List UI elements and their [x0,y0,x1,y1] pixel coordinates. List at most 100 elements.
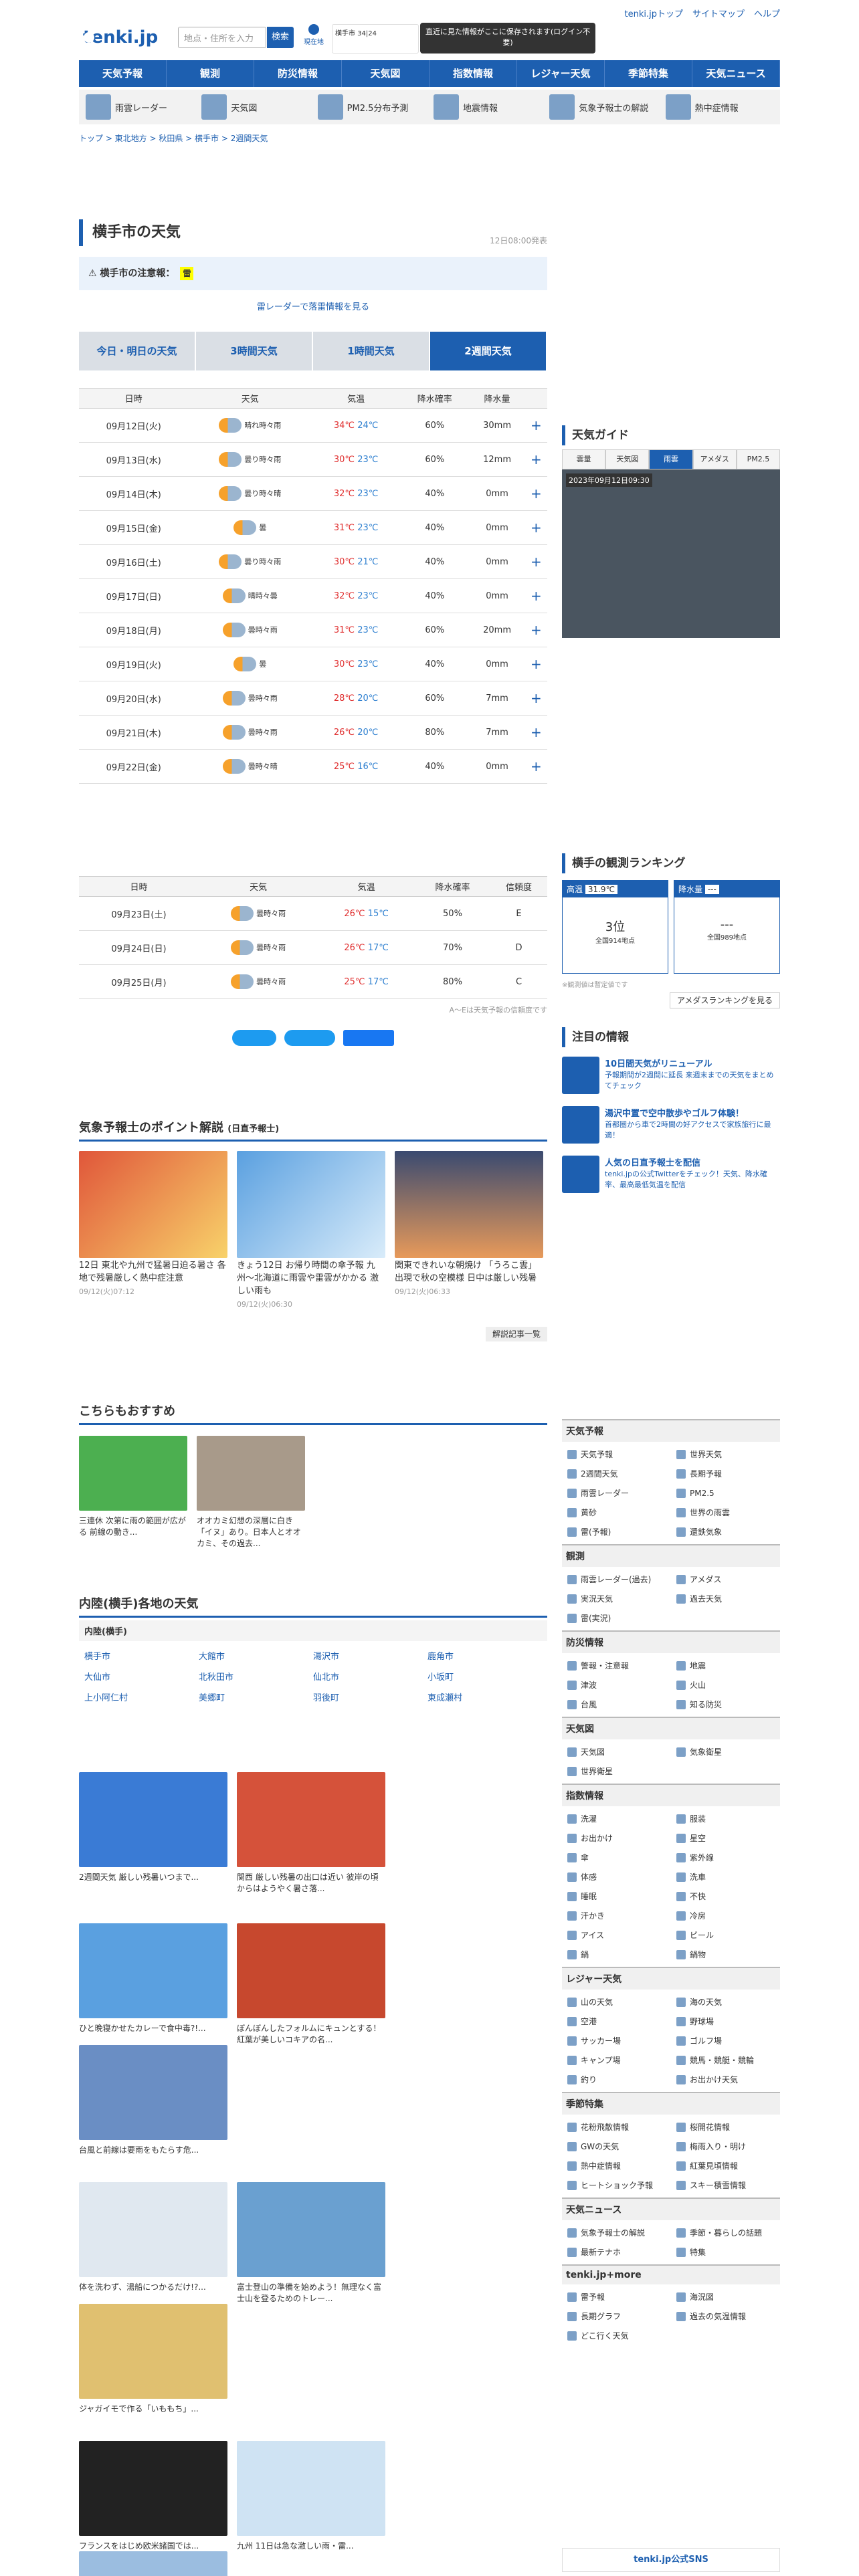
subnav-item[interactable]: 熱中症情報 [662,94,777,120]
recent-weather-widget[interactable]: 横手市 34|24 [332,24,419,53]
menu-link[interactable]: 火山 [671,1675,780,1695]
forecast-row[interactable]: 09月22日(金) 曇時々晴 25℃ 16℃ 40% 0mm + [79,749,547,784]
subnav-item[interactable]: 雨雲レーダー [82,94,197,120]
forecast-row[interactable]: 09月14日(木) 曇り時々晴 32℃ 23℃ 40% 0mm + [79,476,547,511]
menu-link[interactable]: 津波 [562,1675,671,1695]
news-item[interactable]: ぼんぼんしたフォルムにキュンとする！紅葉が美しいコキアの名... [237,1923,385,2045]
city-link[interactable]: 小坂町 [427,1666,542,1687]
menu-link[interactable]: 雨雲レーダー [562,1483,671,1503]
city-link[interactable]: 北秋田市 [199,1666,313,1687]
menu-link[interactable]: どこ行く天気 [562,2326,671,2345]
news-item[interactable]: 台風と前線は要雨をもたらす危... [79,2045,227,2155]
gnav-item[interactable]: 天気図 [342,60,430,87]
forecast-row[interactable]: 09月21日(木) 曇時々雨 26℃ 20℃ 80% 7mm + [79,715,547,750]
search-button[interactable]: 検索 [267,27,294,48]
menu-link[interactable]: 最新テナホ [562,2242,671,2262]
menu-link[interactable]: 天気図 [562,1742,671,1761]
menu-link[interactable]: 洗濯 [562,1809,671,1828]
search-input[interactable]: 地点・住所を入力 [178,27,266,48]
map-tab[interactable]: 雲量 [562,449,606,469]
menu-link[interactable]: 実況天気 [562,1589,671,1608]
menu-link[interactable]: 世界衛星 [562,1761,671,1781]
notice-item[interactable]: 10日間天気がリニューアル 予報期間が2週間に延長 来週末までの天気をまとめてチェ… [562,1057,780,1094]
menu-link[interactable]: 黄砂 [562,1503,671,1522]
news-item[interactable]: 富士登山の準備を始めよう！無理なく富士山を登るためのトレー... [237,2182,385,2304]
current-location-button[interactable]: 現在地 [297,24,330,53]
subnav-item[interactable]: 地震情報 [430,94,545,120]
expand-icon[interactable]: + [524,681,547,716]
rank-high-temp[interactable]: 高温 31.9℃ 3位 全国914地点 [562,880,668,974]
menu-link[interactable]: 雨雲レーダー(過去) [562,1570,671,1589]
news-item[interactable]: フランスをはじめ欧米諸国では... [79,2441,227,2551]
tab-today[interactable]: 今日・明日の天気 [79,332,196,370]
twitter-share-button[interactable] [231,1030,276,1046]
news-item[interactable]: 関西 厳しい残暑の出口は近い 彼岸の頃からはようやく暑さ落... [237,1772,385,1894]
gnav-item[interactable]: 季節特集 [605,60,692,87]
gnav-item[interactable]: 指数情報 [430,60,517,87]
menu-link[interactable]: アメダス [671,1570,780,1589]
menu-link[interactable]: PM2.5 [671,1483,780,1503]
city-link[interactable]: 羽後町 [313,1687,427,1707]
menu-link[interactable]: 野球場 [671,2012,780,2031]
forecast-row[interactable]: 09月20日(水) 曇時々雨 28℃ 20℃ 60% 7mm + [79,681,547,716]
notice-item[interactable]: 湯沢中置で空中散歩やゴルフ体験！ 首都圏から車で2時間の好アクセスで家族旅行に最適… [562,1106,780,1144]
expert-article[interactable]: きょう12日 お帰り時間の傘予報 九州〜北海道に雨雲や雷雲がかかる 激しい雨も 0… [237,1151,385,1309]
menu-link[interactable]: 海況図 [671,2287,780,2306]
menu-link[interactable]: 2週間天気 [562,1464,671,1483]
top-link[interactable]: サイトマップ [692,9,745,19]
city-link[interactable]: 横手市 [84,1645,199,1666]
forecast-row[interactable]: 09月19日(火) 曇 30℃ 23℃ 40% 0mm + [79,647,547,681]
expand-icon[interactable]: + [524,442,547,477]
map-tab[interactable]: 雨雲 [649,449,693,469]
menu-link[interactable]: 鍋 [562,1945,671,1964]
city-link[interactable]: 美郷町 [199,1687,313,1707]
expand-icon[interactable]: + [524,510,547,545]
menu-link[interactable]: 気象予報士の解説 [562,2223,671,2242]
expand-icon[interactable]: + [524,749,547,784]
map-tab[interactable]: アメダス [692,449,737,469]
city-link[interactable]: 東成瀬村 [427,1687,542,1707]
menu-link[interactable]: 汗かき [562,1906,671,1925]
tab-3hour[interactable]: 3時間天気 [196,332,313,370]
menu-link[interactable]: 鍋物 [671,1945,780,1964]
menu-link[interactable]: 梅雨入り・明け [671,2137,780,2156]
menu-link[interactable]: 洗車 [671,1867,780,1887]
more-articles-button[interactable]: 解説記事一覧 [485,1327,547,1341]
site-logo[interactable]: tenki.jp [79,25,158,49]
menu-link[interactable]: 過去天気 [671,1589,780,1608]
news-item[interactable]: 2週間天気 厳しい残暑いつまで... [79,1772,227,1883]
top-link[interactable]: tenki.jpトップ [624,9,682,19]
menu-link[interactable]: 傘 [562,1848,671,1867]
menu-link[interactable]: 過去の気温情報 [671,2306,780,2326]
tab-2week[interactable]: 2週間天気 [430,332,547,370]
expert-article[interactable]: 12日 東北や九州で猛暑日迫る暑さ 各地で残暑厳しく熱中症注意 09/12(火)0… [79,1151,227,1297]
menu-link[interactable]: 紅葉見頃情報 [671,2156,780,2175]
menu-link[interactable]: 紫外線 [671,1848,780,1867]
gnav-item[interactable]: 天気予報 [79,60,167,87]
breadcrumb[interactable]: トップ > 東北地方 > 秋田県 > 横手市 > 2週間天気 [79,132,268,144]
menu-link[interactable]: GWの天気 [562,2137,671,2156]
news-item[interactable]: ひと晩寝かせたカレーで食中毒?!... [79,1923,227,2034]
menu-link[interactable]: サッカー場 [562,2031,671,2050]
menu-link[interactable]: 世界の雨雲 [671,1503,780,1522]
radar-map[interactable]: 雲量 天気図 雨雲 アメダス PM2.5 2023年09月12日09:30 [562,449,781,638]
menu-link[interactable]: 還鉄気象 [671,1522,780,1541]
radar-link[interactable]: 雷レーダーで落雷情報を見る [79,300,547,312]
menu-link[interactable]: 長期グラフ [562,2306,671,2326]
menu-link[interactable]: 雷(実況) [562,1608,671,1628]
forecast-row[interactable]: 09月15日(金) 曇 31℃ 23℃ 40% 0mm + [79,510,547,545]
forecast-row[interactable]: 09月13日(水) 曇り時々雨 30℃ 23℃ 60% 12mm + [79,442,547,477]
menu-link[interactable]: 海の天気 [671,1992,780,2012]
menu-link[interactable]: 桜開花情報 [671,2117,780,2137]
menu-link[interactable]: 山の天気 [562,1992,671,2012]
expand-icon[interactable]: + [524,647,547,681]
menu-link[interactable]: 釣り [562,2070,671,2089]
rank-rainfall[interactable]: 降水量 --- --- 全国989地点 [674,880,780,974]
city-link[interactable]: 上小阿仁村 [84,1687,199,1707]
subnav-item[interactable]: 気象予報士の解説 [545,94,661,120]
gnav-item[interactable]: 天気ニュース [692,60,780,87]
menu-link[interactable]: ヒートショック予報 [562,2175,671,2195]
expand-icon[interactable]: + [524,578,547,613]
menu-link[interactable]: 空港 [562,2012,671,2031]
menu-link[interactable]: キャンプ場 [562,2050,671,2070]
